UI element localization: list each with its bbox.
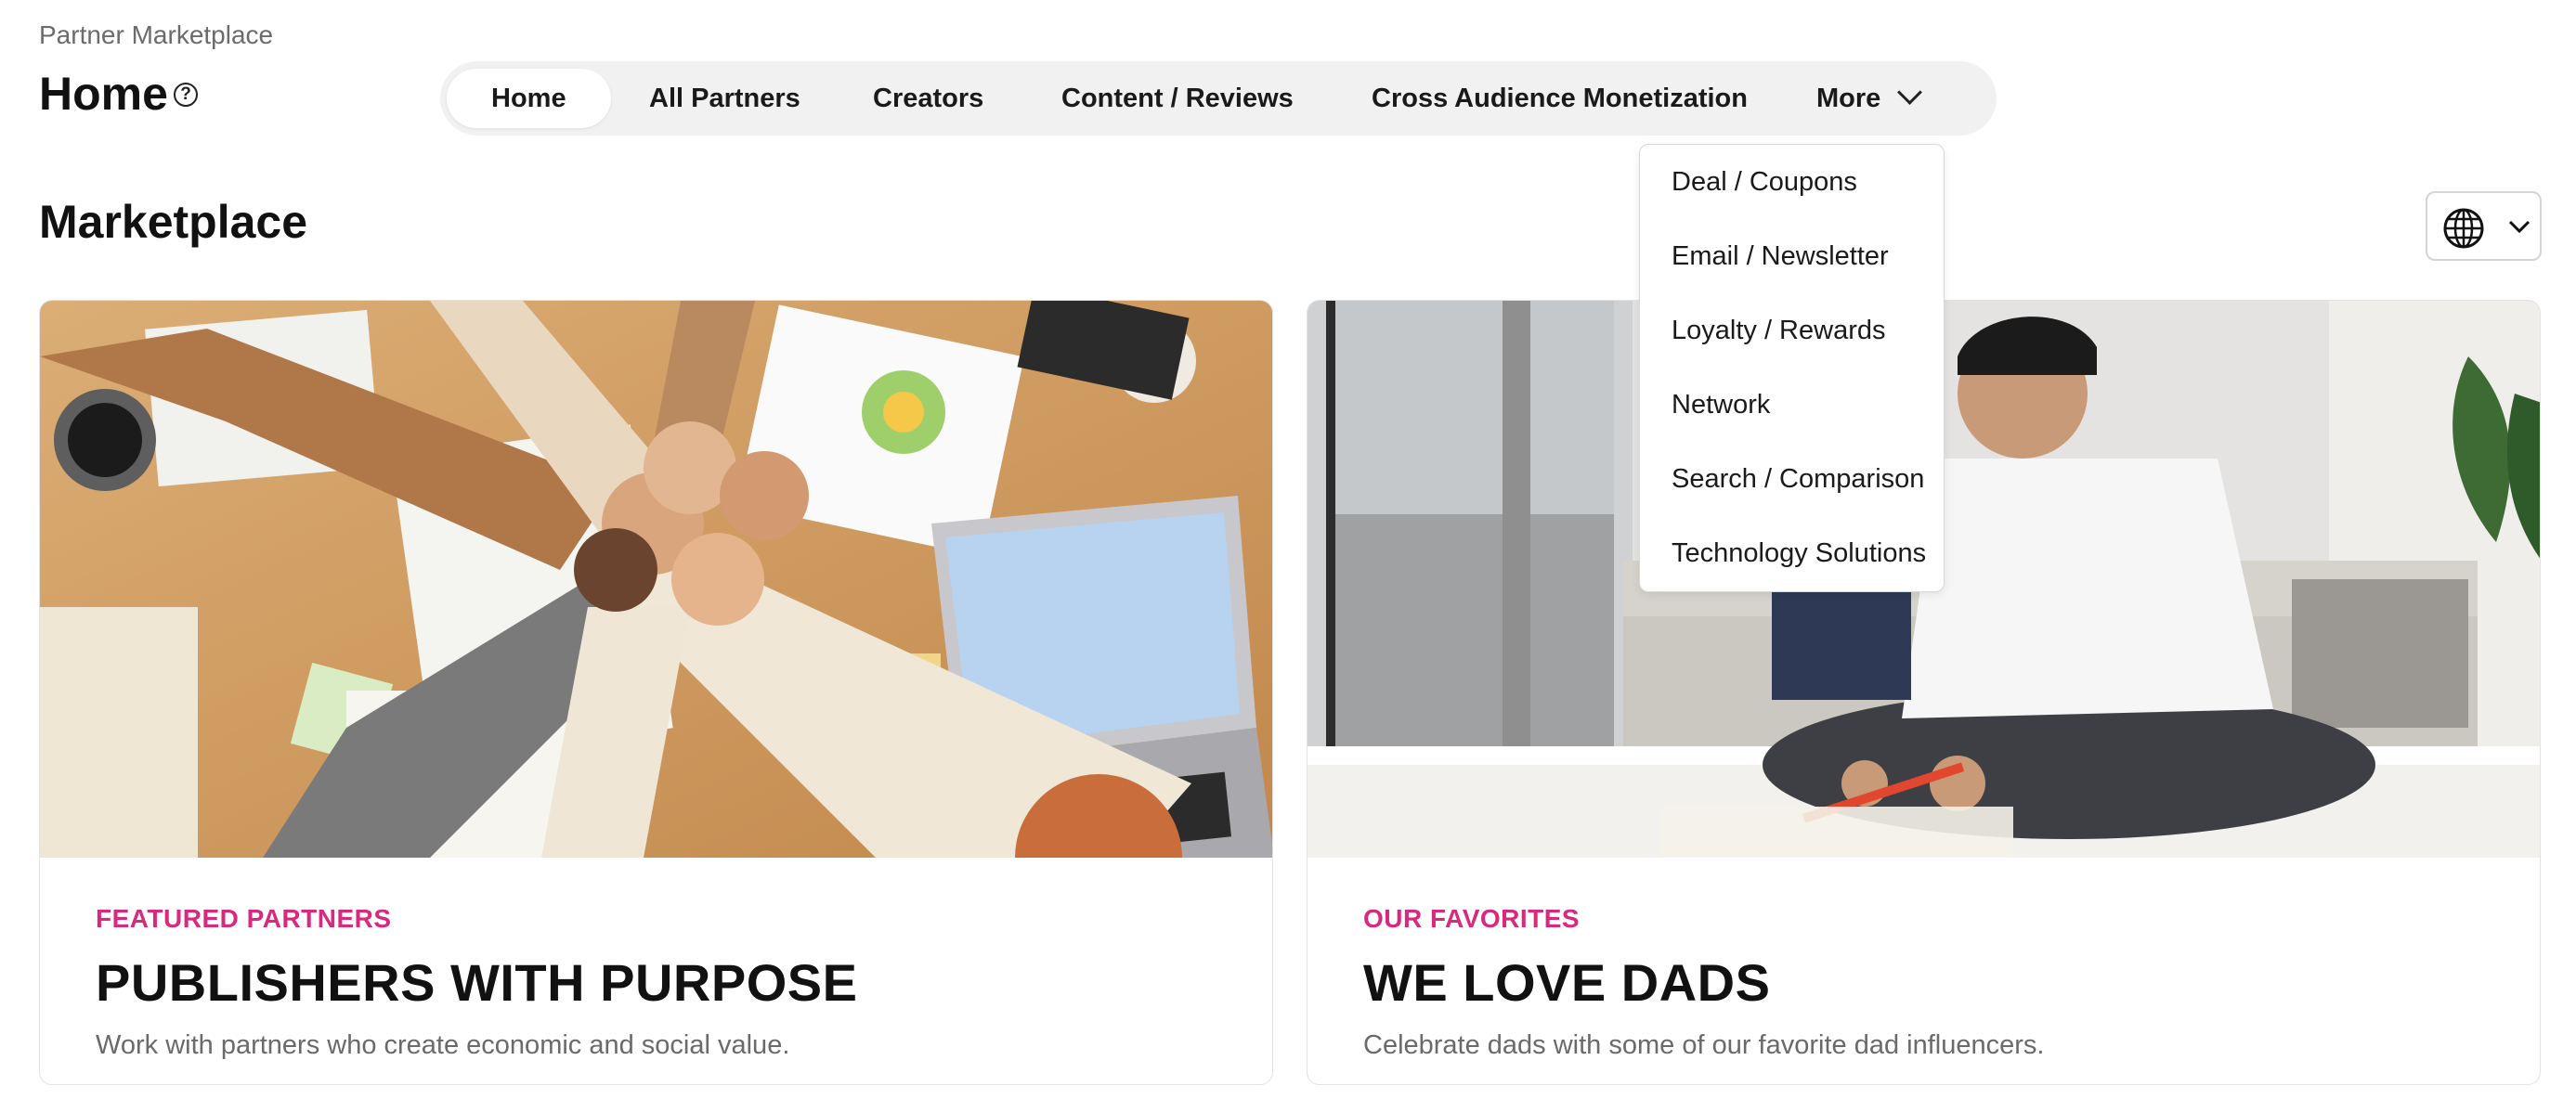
card-headline[interactable]: WE LOVE DADS	[1363, 952, 1770, 1013]
team-fist-bump-photo	[40, 301, 1272, 858]
breadcrumb[interactable]: Partner Marketplace	[39, 20, 273, 50]
featured-partners-card[interactable]: FEATURED PARTNERS PUBLISHERS WITH PURPOS…	[39, 300, 1273, 1085]
menu-item-network[interactable]: Network	[1672, 390, 1770, 420]
language-selector[interactable]	[2426, 191, 2542, 261]
card-eyebrow: OUR FAVORITES	[1363, 904, 1581, 933]
globe-icon	[2443, 208, 2484, 249]
tab-more[interactable]: More	[1772, 69, 1963, 128]
card-eyebrow: FEATURED PARTNERS	[96, 904, 392, 933]
nav-tabbar: Home All Partners Creators Content / Rev…	[440, 61, 1997, 136]
card-description: Work with partners who create economic a…	[96, 1030, 790, 1060]
tab-content-reviews[interactable]: Content / Reviews	[1017, 69, 1338, 128]
tab-all-partners[interactable]: All Partners	[605, 69, 845, 128]
menu-item-email-newsletter[interactable]: Email / Newsletter	[1672, 241, 1889, 272]
more-dropdown-menu: Deal / Coupons Email / Newsletter Loyalt…	[1639, 144, 1945, 592]
chevron-down-icon	[2508, 220, 2530, 234]
tab-cross-audience-monetization[interactable]: Cross Audience Monetization	[1327, 69, 1792, 128]
chevron-down-icon	[1897, 80, 1923, 105]
card-headline[interactable]: PUBLISHERS WITH PURPOSE	[96, 952, 857, 1013]
tab-more-label: More	[1816, 84, 1881, 113]
card-description: Celebrate dads with some of our favorite…	[1363, 1030, 2045, 1060]
menu-item-loyalty-rewards[interactable]: Loyalty / Rewards	[1672, 316, 1886, 346]
page-title: Home	[39, 68, 168, 120]
help-icon[interactable]: ?	[174, 83, 198, 107]
menu-item-deal-coupons[interactable]: Deal / Coupons	[1672, 167, 1857, 198]
tab-creators[interactable]: Creators	[828, 69, 1028, 128]
tab-home[interactable]: Home	[447, 69, 611, 128]
menu-item-technology-solutions[interactable]: Technology Solutions	[1672, 538, 1926, 569]
menu-item-search-comparison[interactable]: Search / Comparison	[1672, 464, 1924, 495]
section-title: Marketplace	[39, 196, 308, 248]
